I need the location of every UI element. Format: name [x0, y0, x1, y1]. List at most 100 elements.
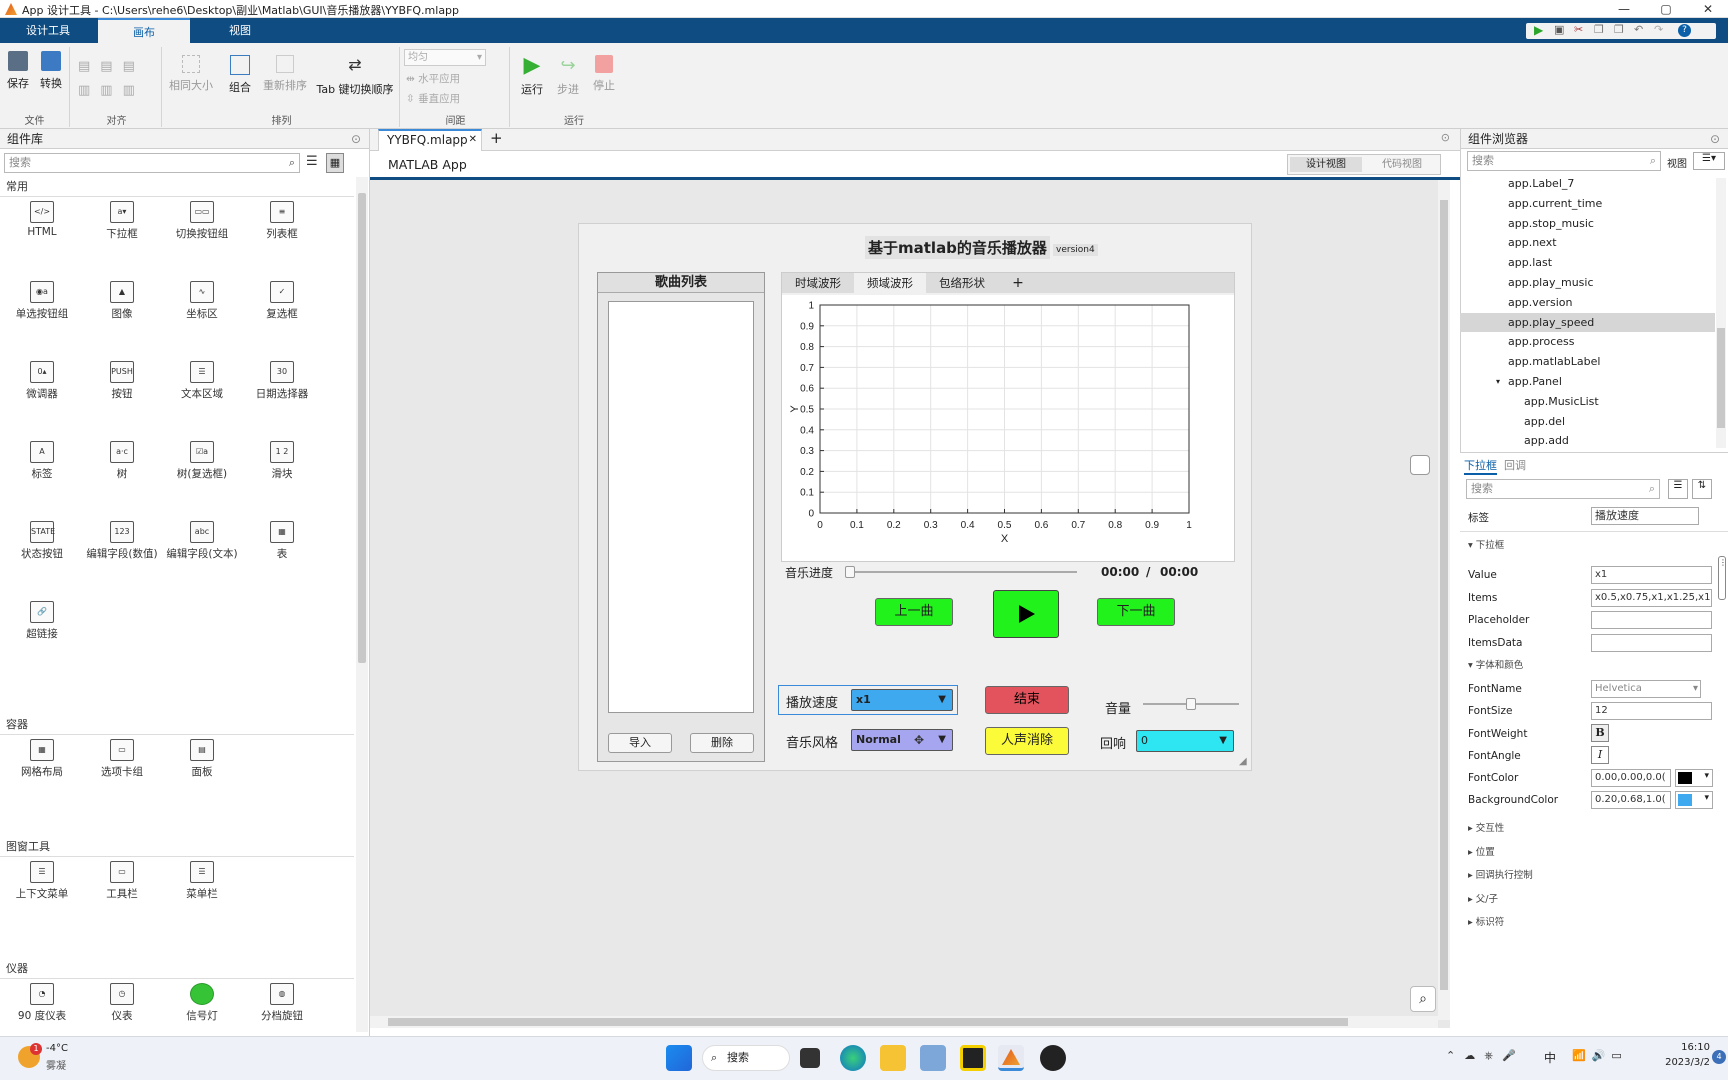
component-axes[interactable]: ∿ 坐标区	[162, 281, 242, 321]
echo-dropdown[interactable]: 0 ▼	[1136, 730, 1234, 752]
tab-order-button[interactable]: ⇄ Tab 键切换顺序	[312, 55, 398, 97]
h-apply-button[interactable]: ⇹ 水平应用	[406, 71, 460, 86]
component-knob[interactable]: ◍ 分档旋钮	[242, 983, 322, 1023]
tree-node[interactable]: app.MusicList	[1460, 392, 1715, 411]
music-listbox[interactable]	[608, 301, 754, 713]
code-view-button[interactable]: 代码视图	[1366, 157, 1438, 172]
component-dropdown[interactable]: a▾ 下拉框	[82, 201, 162, 241]
tree-node[interactable]: app.stop_music	[1460, 214, 1715, 233]
component-menubar[interactable]: ☰ 菜单栏	[162, 861, 242, 901]
waveform-tab-group[interactable]: 时域波形 频域波形 包络形状 + 0 0.1 0.2 0.3 0.4 0.5 0.6 0.7 0…	[781, 272, 1235, 562]
canvas-side-handle[interactable]	[1410, 455, 1430, 475]
library-scroll-thumb[interactable]	[358, 193, 366, 663]
component-panel[interactable]: ▤ 面板	[162, 739, 242, 779]
paste-quick-icon[interactable]: ❐	[1614, 23, 1624, 36]
save-button[interactable]: 保存	[4, 51, 32, 91]
prop-items-input[interactable]: x0.5,x0.75,x1,x1.25,x1.5,x	[1591, 588, 1712, 607]
sticky-notes-icon[interactable]	[960, 1045, 986, 1071]
library-section-header[interactable]: 图窗工具	[0, 837, 354, 857]
play-button[interactable]	[993, 590, 1059, 638]
convert-button[interactable]: 转换	[36, 51, 66, 91]
file-explorer-icon[interactable]	[880, 1045, 906, 1071]
sort-az-icon[interactable]: ⇅	[1692, 479, 1712, 499]
app-window[interactable]: 基于matlab的音乐播放器 version4 歌曲列表 导入 删除 时域波形 …	[578, 223, 1252, 771]
playlist-panel[interactable]: 歌曲列表 导入 删除	[597, 272, 765, 762]
reorder-button[interactable]: 重新排序	[258, 55, 312, 93]
component-table[interactable]: ▦ 表	[242, 521, 322, 561]
same-size-button[interactable]: 相同大小	[168, 55, 214, 93]
section-dropdown[interactable]: ▾ 下拉框	[1468, 537, 1504, 551]
tab-time-domain[interactable]: 时域波形	[782, 273, 854, 293]
library-section-header[interactable]: 仪器	[0, 959, 354, 979]
prev-song-button[interactable]: 上一曲	[875, 598, 953, 626]
v-apply-button[interactable]: ⇳ 垂直应用	[406, 91, 460, 106]
fontcolor-input[interactable]: 0.00,0.00,0.0(	[1591, 769, 1671, 787]
run-button[interactable]: ▶ 运行	[516, 55, 548, 97]
ime-indicator[interactable]: 中	[1544, 1049, 1556, 1066]
list-view-icon[interactable]: ☰	[306, 154, 318, 169]
volume-slider-thumb[interactable]	[1186, 698, 1196, 710]
progress-slider-thumb[interactable]	[845, 566, 855, 578]
undo-quick-icon[interactable]: ↶	[1634, 23, 1643, 36]
panel-close-icon[interactable]: ⊙	[1710, 129, 1720, 149]
section-collapsed[interactable]: ▸ 回调执行控制	[1468, 867, 1533, 881]
axes-plot[interactable]: 0 0.1 0.2 0.3 0.4 0.5 0.6 0.7 0.8 0.9 1 0 0.1 0.2 0.3 0…	[782, 295, 1234, 561]
prop-placeholder-input[interactable]	[1591, 611, 1712, 629]
delete-button[interactable]: 删除	[690, 733, 754, 753]
tab-freq-domain[interactable]: 频域波形	[854, 273, 926, 293]
cut-quick-icon[interactable]: ✂	[1574, 23, 1583, 36]
canvas-hscrollbar[interactable]	[370, 1016, 1438, 1028]
style-dropdown[interactable]: Normal ✥ ▼	[851, 729, 953, 751]
library-section-header[interactable]: 容器	[0, 715, 354, 735]
tab-design-tools[interactable]: 设计工具	[8, 18, 88, 43]
grid-view-icon[interactable]: ▦	[326, 153, 344, 173]
group-button[interactable]: 组合	[222, 55, 258, 95]
save-quick-icon[interactable]: ▣	[1554, 23, 1564, 36]
component-slider[interactable]: 1 2 滑块	[242, 441, 322, 481]
tree-node[interactable]: app.last	[1460, 253, 1715, 272]
close-button[interactable]: ✕	[1688, 0, 1728, 18]
component-gauge90[interactable]: ◔ 90 度仪表	[2, 983, 82, 1023]
component-date-picker[interactable]: 30 日期选择器	[242, 361, 322, 401]
photos-icon[interactable]	[920, 1045, 946, 1071]
library-scrollbar[interactable]	[356, 177, 368, 1032]
close-tab-icon[interactable]: ✕	[469, 131, 477, 149]
run-quick-icon[interactable]: ▶	[1534, 23, 1543, 37]
task-view-icon[interactable]	[800, 1048, 820, 1068]
tree-node[interactable]: app.next	[1460, 233, 1715, 252]
tab-properties[interactable]: 下拉框	[1464, 457, 1497, 475]
taskbar-search[interactable]: ⌕ 搜索	[702, 1045, 790, 1071]
resize-grip-icon[interactable]: ◢	[1239, 756, 1247, 767]
copy-quick-icon[interactable]: ❐	[1594, 23, 1604, 36]
tree-node[interactable]: app.version	[1460, 293, 1715, 312]
windows-start-icon[interactable]	[666, 1045, 692, 1071]
component-checkbox-tree[interactable]: ☑a 树(复选框)	[162, 441, 242, 481]
tree-node[interactable]: app.play_music	[1460, 273, 1715, 292]
component-listbox[interactable]: ≡ 列表框	[242, 201, 322, 241]
app-taskbar-icon[interactable]	[1040, 1045, 1066, 1071]
version-label[interactable]: version4	[1053, 244, 1098, 256]
zoom-icon[interactable]: ⌕	[1410, 986, 1436, 1012]
component-html[interactable]: </> HTML	[2, 201, 82, 238]
component-checkbox[interactable]: ✓ 复选框	[242, 281, 322, 321]
tab-view[interactable]: 视图	[200, 18, 280, 43]
inspector-search-input[interactable]: 搜索 ⌕	[1466, 479, 1660, 499]
section-collapsed[interactable]: ▸ 标识符	[1468, 914, 1504, 928]
italic-toggle-icon[interactable]: I	[1591, 746, 1609, 764]
canvas-hscroll-thumb[interactable]	[388, 1018, 1348, 1026]
next-song-button[interactable]: 下一曲	[1097, 598, 1175, 626]
library-search-input[interactable]: 搜索 ⌕	[4, 153, 300, 173]
section-font-color[interactable]: ▾ 字体和颜色	[1468, 657, 1523, 671]
component-push-button[interactable]: PUSH 按钮	[82, 361, 162, 401]
expand-arrow-icon[interactable]: ▾	[1496, 372, 1500, 391]
section-collapsed[interactable]: ▸ 位置	[1468, 844, 1495, 858]
minimize-button[interactable]: —	[1604, 0, 1644, 18]
component-numeric-field[interactable]: 123 编辑字段(数值)	[82, 521, 162, 561]
editor-close-icon[interactable]: ⊙	[1441, 131, 1450, 144]
stop-music-button[interactable]: 结束	[985, 686, 1069, 714]
system-tray-icons[interactable]: ⌃☁⎈🎤	[1446, 1049, 1525, 1063]
component-text-area[interactable]: ☰ 文本区域	[162, 361, 242, 401]
tree-scroll-thumb[interactable]	[1717, 328, 1725, 428]
prop-value-input[interactable]: x1	[1591, 566, 1712, 584]
component-lamp[interactable]: ● 信号灯	[162, 983, 242, 1023]
